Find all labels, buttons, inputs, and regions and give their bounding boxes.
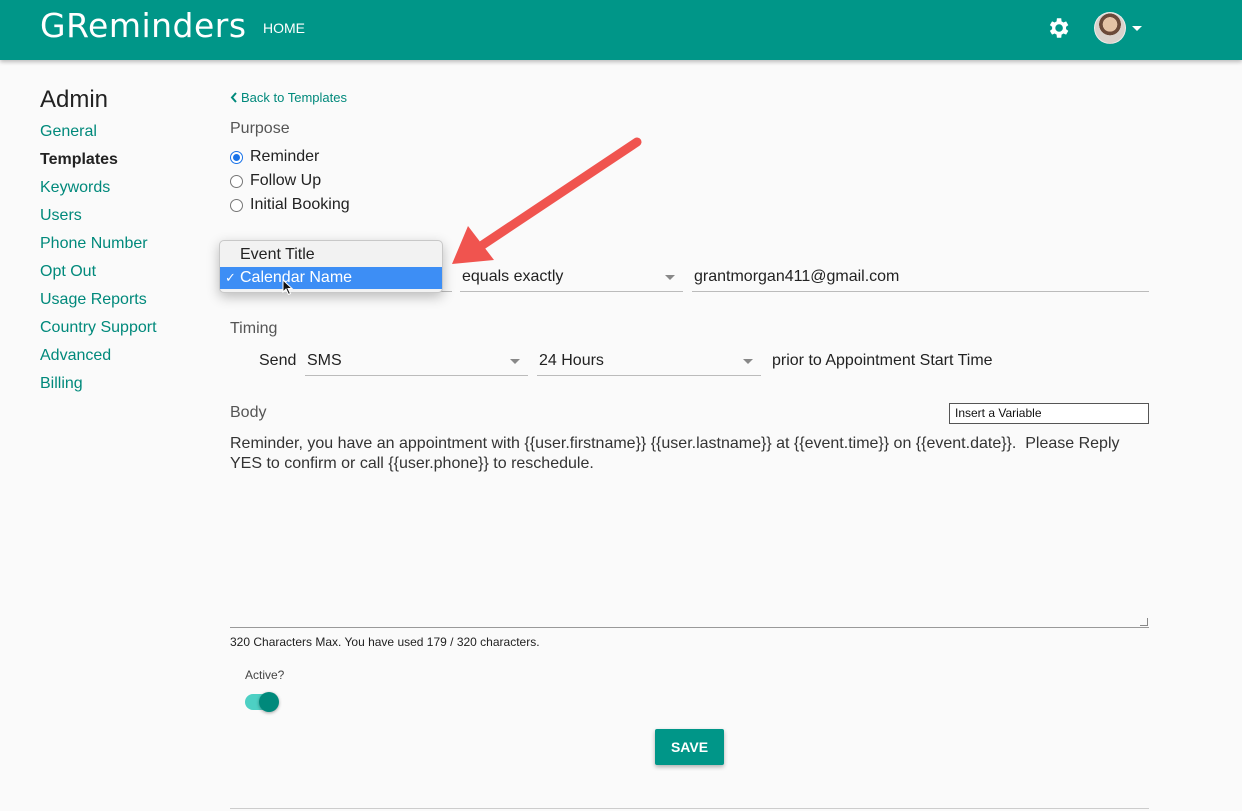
radio-label-follow-up: Follow Up	[250, 172, 322, 189]
purpose-label: Purpose	[230, 120, 290, 137]
channel-value: SMS	[307, 352, 342, 369]
offset-value: 24 Hours	[539, 352, 604, 369]
top-bar: GReminders HOME	[0, 0, 1242, 60]
back-link-label: Back to Templates	[241, 90, 347, 105]
annotation-arrow	[452, 137, 642, 264]
sidebar-item-general[interactable]: General	[40, 123, 97, 141]
nav-home-link[interactable]: HOME	[263, 20, 305, 36]
sidebar-item-billing[interactable]: Billing	[40, 375, 83, 393]
sidebar-title: Admin	[40, 86, 109, 113]
radio-follow-up[interactable]	[230, 174, 243, 188]
purpose-option-follow-up[interactable]: Follow Up	[230, 172, 321, 190]
body-text-line-2: YES to confirm or call {{user.phone}} to…	[230, 455, 594, 472]
brand-logo[interactable]: GReminders	[40, 6, 247, 45]
resize-handle[interactable]	[1140, 618, 1148, 626]
sidebar-item-usage-reports[interactable]: Usage Reports	[40, 291, 147, 309]
criteria-field-dropdown[interactable]: Event Title ✓ Calendar Name	[219, 240, 443, 293]
mouse-cursor-icon	[282, 279, 294, 296]
sidebar-item-keywords[interactable]: Keywords	[40, 179, 110, 197]
insert-variable-select[interactable]: Insert a Variable	[949, 403, 1149, 424]
radio-initial-booking[interactable]	[230, 198, 243, 212]
dropdown-option-event-title[interactable]: Event Title	[220, 244, 442, 266]
active-label: Active?	[245, 668, 285, 682]
sidebar-item-users[interactable]: Users	[40, 207, 82, 225]
body-text-line-1: Reminder, you have an appointment with {…	[230, 435, 1120, 452]
channel-select[interactable]: SMS	[305, 346, 528, 376]
timing-suffix: prior to Appointment Start Time	[772, 352, 993, 369]
sidebar-item-phone-number[interactable]: Phone Number	[40, 235, 148, 253]
timing-label: Timing	[230, 320, 278, 337]
gear-icon[interactable]	[1045, 15, 1071, 41]
sidebar-item-opt-out[interactable]: Opt Out	[40, 263, 96, 281]
divider	[230, 808, 1149, 809]
save-button[interactable]: SAVE	[655, 729, 724, 765]
sidebar-item-templates[interactable]: Templates	[40, 151, 118, 169]
criteria-value-text: grantmorgan411@gmail.com	[694, 268, 900, 285]
criteria-value-input[interactable]: grantmorgan411@gmail.com	[692, 262, 1149, 292]
radio-label-initial-booking: Initial Booking	[250, 196, 350, 213]
body-textarea[interactable]: Reminder, you have an appointment with {…	[230, 434, 1149, 628]
radio-reminder[interactable]	[230, 150, 243, 164]
avatar[interactable]	[1094, 12, 1126, 44]
option-label: Event Title	[240, 246, 315, 263]
operator-value: equals exactly	[462, 268, 564, 285]
chevron-down-icon	[665, 275, 675, 280]
dropdown-option-calendar-name[interactable]: ✓ Calendar Name	[220, 267, 442, 289]
body-label: Body	[230, 404, 267, 421]
purpose-option-initial-booking[interactable]: Initial Booking	[230, 196, 350, 214]
option-label: Calendar Name	[240, 269, 353, 286]
radio-label-reminder: Reminder	[250, 148, 320, 165]
send-label: Send	[259, 352, 297, 369]
checkmark-icon: ✓	[225, 270, 236, 285]
purpose-option-reminder[interactable]: Reminder	[230, 148, 319, 166]
sidebar-item-advanced[interactable]: Advanced	[40, 347, 111, 365]
chevron-down-icon[interactable]	[1132, 26, 1142, 31]
chevron-down-icon	[510, 359, 520, 364]
toggle-knob[interactable]	[259, 692, 279, 712]
sidebar-item-country-support[interactable]: Country Support	[40, 319, 157, 337]
back-to-templates-link[interactable]: Back to Templates	[230, 90, 347, 105]
character-counter: 320 Characters Max. You have used 179 / …	[230, 635, 540, 649]
chevron-left-icon	[230, 92, 237, 103]
active-toggle[interactable]	[245, 692, 279, 712]
chevron-down-icon	[743, 359, 753, 364]
offset-select[interactable]: 24 Hours	[537, 346, 761, 376]
